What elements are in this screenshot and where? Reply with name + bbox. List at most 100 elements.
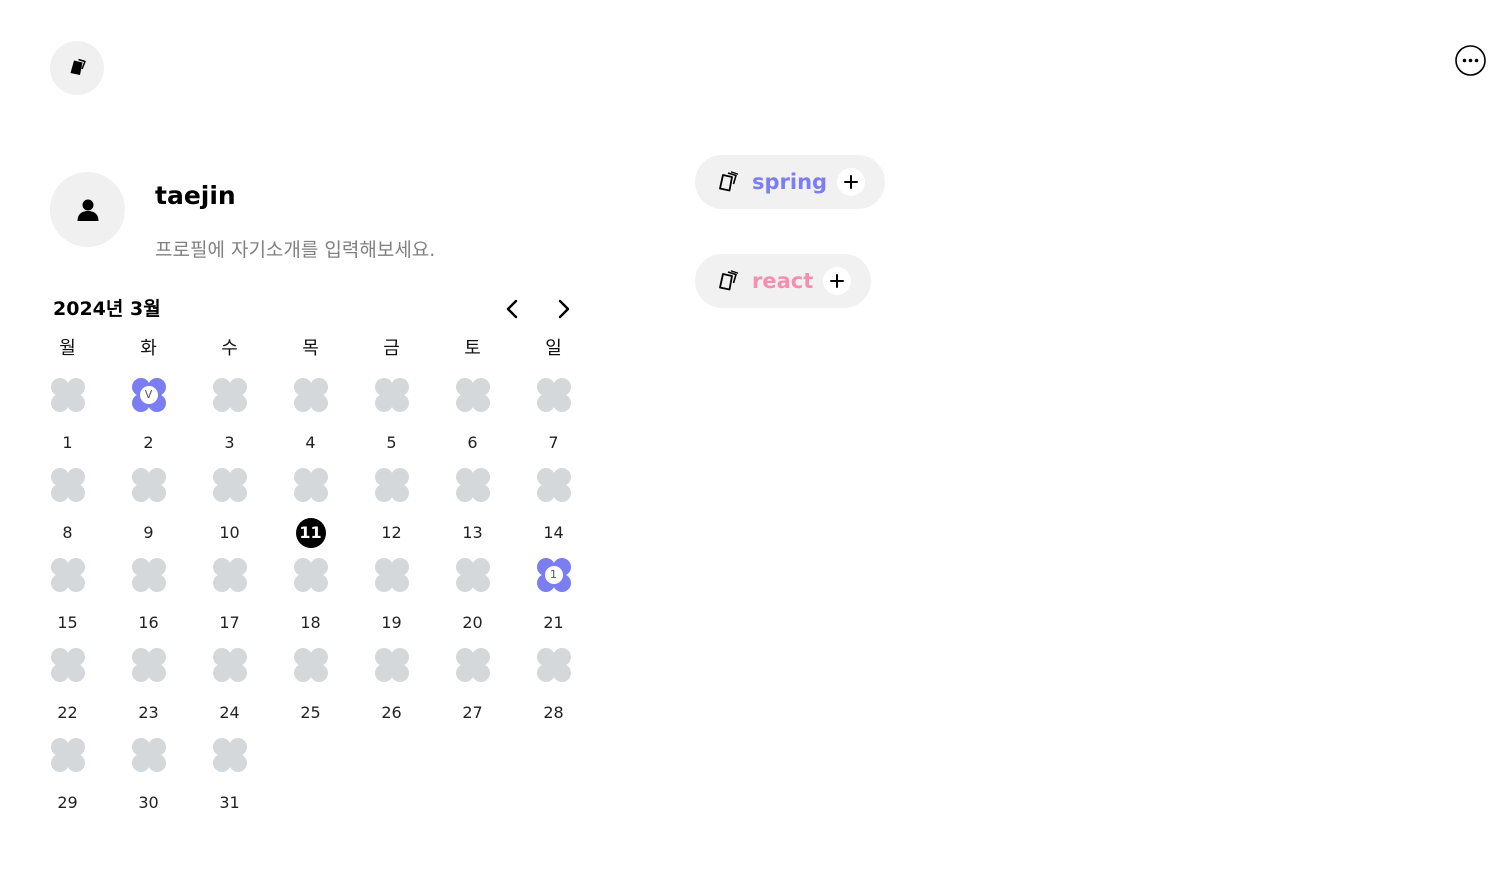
chevron-left-icon [506, 299, 518, 319]
calendar-day[interactable]: 19 [351, 556, 432, 646]
calendar-day[interactable]: 17 [189, 556, 270, 646]
day-flower-icon [50, 648, 85, 682]
calendar-day[interactable]: 16 [108, 556, 189, 646]
day-flower-icon [293, 648, 328, 682]
add-to-tag-button[interactable] [837, 168, 866, 196]
day-number: 14 [543, 523, 564, 542]
day-flower-icon [293, 558, 328, 592]
weekday-header: 월화수목금토일 [27, 335, 593, 363]
day-flower-icon [374, 378, 409, 412]
calendar-day[interactable]: 3 [189, 376, 270, 466]
day-number: 5 [386, 433, 397, 452]
calendar-day[interactable]: 23 [108, 646, 189, 736]
day-flower-icon [455, 648, 490, 682]
day-number: 2 [143, 433, 154, 452]
calendar-day[interactable]: 24 [189, 646, 270, 736]
calendar-day[interactable]: 5 [351, 376, 432, 466]
tag-pill[interactable]: react [695, 254, 872, 308]
calendar-day[interactable]: 11 [270, 466, 351, 556]
calendar-day[interactable]: 6 [432, 376, 513, 466]
tag-pill[interactable]: spring [695, 155, 886, 209]
calendar-day[interactable]: 12 [351, 466, 432, 556]
calendar-day[interactable]: 30 [108, 736, 189, 826]
day-flower-icon [374, 468, 409, 502]
day-flower-icon [374, 648, 409, 682]
day-number: 7 [548, 433, 559, 452]
day-number: 16 [138, 613, 159, 632]
calendar-day[interactable]: 25 [270, 646, 351, 736]
cards-icon [719, 270, 739, 291]
calendar-day[interactable]: 13 [432, 466, 513, 556]
previous-month-button[interactable] [498, 294, 528, 324]
day-flower-icon [455, 468, 490, 502]
calendar-day[interactable]: 20 [432, 556, 513, 646]
day-flower-icon [212, 738, 247, 772]
day-flower-icon [131, 648, 166, 682]
next-month-button[interactable] [548, 294, 578, 324]
calendar-day[interactable]: 4 [270, 376, 351, 466]
day-flower-icon [212, 468, 247, 502]
day-number: 15 [57, 613, 78, 632]
day-number: 25 [300, 703, 321, 722]
day-flower-icon [50, 558, 85, 592]
weekday-label: 화 [140, 338, 157, 359]
day-number: 9 [143, 523, 154, 542]
calendar-day[interactable]: 8 [27, 466, 108, 556]
calendar-day[interactable]: 9 [108, 466, 189, 556]
day-number: 31 [219, 793, 240, 812]
calendar-day[interactable]: 18 [270, 556, 351, 646]
calendar-day[interactable]: 1 21 [513, 556, 594, 646]
day-number: 1 [62, 433, 73, 452]
user-icon [77, 199, 98, 221]
more-options-button[interactable] [1454, 44, 1487, 77]
day-flower-icon [131, 558, 166, 592]
day-number: 26 [381, 703, 402, 722]
calendar-day[interactable]: 14 [513, 466, 594, 556]
weekday-label: 금 [383, 338, 400, 359]
day-number: 8 [62, 523, 73, 542]
day-number: 23 [138, 703, 159, 722]
more-horizontal-icon [1455, 45, 1486, 76]
day-flower-icon [374, 558, 409, 592]
day-flower-icon [536, 378, 571, 412]
chevron-right-icon [558, 299, 570, 319]
calendar-day[interactable]: 1 [27, 376, 108, 466]
today-day-number: 11 [295, 518, 326, 548]
calendar-day[interactable]: 26 [351, 646, 432, 736]
username: taejin [155, 181, 236, 210]
calendar-day[interactable]: 22 [27, 646, 108, 736]
calendar-grid: 1 V 2 3 4 5 6 7 8 9 10 11 12 13 14 15 16 17 18 19 20 1 21 22 23 2… [27, 376, 593, 826]
day-flower-icon [50, 378, 85, 412]
calendar-day[interactable]: V2 [108, 376, 189, 466]
avatar[interactable] [50, 172, 125, 247]
day-number: 21 [543, 613, 564, 632]
day-number: 20 [462, 613, 483, 632]
day-number: 17 [219, 613, 240, 632]
calendar-day[interactable]: 31 [189, 736, 270, 826]
cards-icon [70, 58, 86, 75]
calendar-day[interactable]: 10 [189, 466, 270, 556]
calendar-day[interactable]: 27 [432, 646, 513, 736]
calendar-day[interactable]: 29 [27, 736, 108, 826]
day-flower-icon [50, 468, 85, 502]
calendar-day[interactable]: 7 [513, 376, 594, 466]
day-number: 28 [543, 703, 564, 722]
calendar-day[interactable]: 15 [27, 556, 108, 646]
day-number: 24 [219, 703, 240, 722]
calendar-day[interactable]: 28 [513, 646, 594, 736]
calendar-month-title: 2024년 3월 [53, 298, 161, 320]
day-mark: V [139, 386, 158, 404]
app-logo-button[interactable] [50, 41, 104, 95]
day-flower-icon [293, 468, 328, 502]
tag-label: spring [752, 170, 828, 194]
add-to-tag-button[interactable] [823, 267, 852, 295]
day-flower-icon [455, 558, 490, 592]
weekday-label: 월 [59, 338, 76, 359]
day-flower-icon [212, 648, 247, 682]
day-number: 6 [467, 433, 478, 452]
day-number: 30 [138, 793, 159, 812]
day-flower-icon [212, 378, 247, 412]
bio-input[interactable]: 프로필에 자기소개를 입력해보세요. [155, 237, 435, 263]
weekday-label: 목 [302, 338, 319, 359]
day-number: 29 [57, 793, 78, 812]
